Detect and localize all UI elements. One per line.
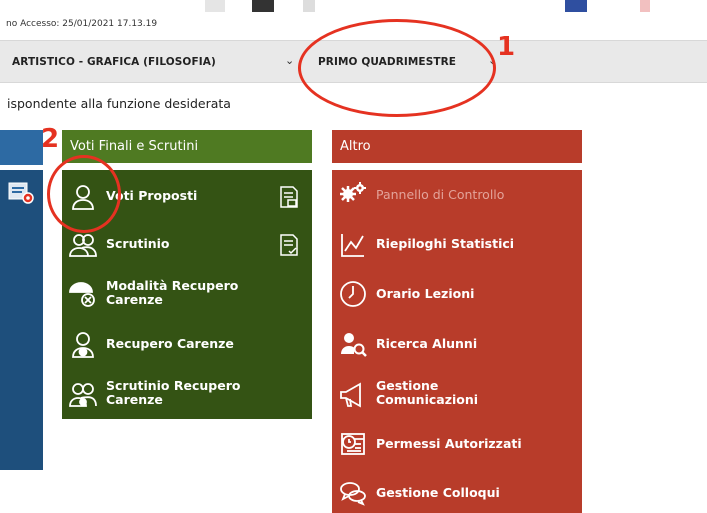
menu-item-label: Riepiloghi Statistici xyxy=(376,236,515,251)
umbrella-user-icon xyxy=(68,280,98,310)
menu-item-permessi-autorizzati[interactable]: Permessi Autorizzati xyxy=(332,427,582,461)
users-lock-icon xyxy=(68,380,98,410)
chevron-down-icon[interactable]: ⌄ xyxy=(285,54,294,67)
menu-item-label: Orario Lezioni xyxy=(376,286,475,301)
report-icon[interactable] xyxy=(8,182,34,204)
menu-item-label: Scrutinio xyxy=(106,236,170,251)
calendar-clock-icon xyxy=(338,429,368,459)
megaphone-icon xyxy=(338,380,368,410)
top-fragment xyxy=(565,0,587,12)
menu-item-label: Gestione Colloqui xyxy=(376,485,500,500)
red-panel-body: Pannello di Controllo Riepiloghi Statist… xyxy=(332,170,582,513)
green-panel-title: Voti Finali e Scrutini xyxy=(70,139,199,154)
menu-item-label: Gestione Comunicazioni xyxy=(376,378,479,407)
gears-icon xyxy=(338,180,368,210)
user-search-icon xyxy=(338,329,368,359)
menu-item-riepiloghi-statistici[interactable]: Riepiloghi Statistici xyxy=(332,228,582,262)
top-fragment xyxy=(205,0,225,12)
top-fragment xyxy=(303,0,315,12)
menu-item-scrutinio[interactable]: Scrutinio xyxy=(62,228,312,262)
top-fragment xyxy=(252,0,274,12)
menu-item-modalita-recupero-carenze[interactable]: Modalità Recupero Carenze xyxy=(62,274,312,314)
menu-item-label: Recupero Carenze xyxy=(106,336,234,351)
blue-panel-header xyxy=(0,130,43,165)
chat-bubbles-icon xyxy=(338,478,368,508)
menu-item-label: Pannello di Controllo xyxy=(376,187,505,202)
menu-item-label: Permessi Autorizzati xyxy=(376,436,522,451)
menu-item-scrutinio-recupero-carenze[interactable]: Scrutinio Recupero Carenze xyxy=(62,374,312,414)
menu-item-label: Scrutinio Recupero Carenze xyxy=(106,378,241,407)
document-check-icon[interactable] xyxy=(278,233,300,257)
users-icon xyxy=(68,230,98,260)
instruction-text: ispondente alla funzione desiderata xyxy=(7,96,231,111)
class-selector[interactable]: ARTISTICO - GRAFICA (FILOSOFIA) xyxy=(12,56,216,68)
annotation-circle xyxy=(298,19,496,117)
annotation-circle xyxy=(47,155,121,233)
menu-item-label: Modalità Recupero Carenze xyxy=(106,278,239,307)
annotation-number: 2 xyxy=(41,124,60,154)
chart-icon xyxy=(338,230,368,260)
menu-item-recupero-carenze[interactable]: Recupero Carenze xyxy=(62,328,312,362)
menu-item-gestione-colloqui[interactable]: Gestione Colloqui xyxy=(332,476,582,510)
menu-item-label: Ricerca Alunni xyxy=(376,336,478,351)
annotation-number: 1 xyxy=(497,32,516,62)
clock-icon xyxy=(338,279,368,309)
last-access-text: no Accesso: 25/01/2021 17.13.19 xyxy=(6,19,158,29)
red-panel-header: Altro xyxy=(332,130,582,163)
menu-item-ricerca-alunni[interactable]: Ricerca Alunni xyxy=(332,327,582,361)
menu-item-orario-lezioni[interactable]: Orario Lezioni xyxy=(332,277,582,311)
red-panel-title: Altro xyxy=(340,139,371,154)
menu-item-gestione-comunicazioni[interactable]: Gestione Comunicazioni xyxy=(332,374,582,414)
blue-panel-body xyxy=(0,170,43,470)
top-fragment xyxy=(640,0,650,12)
menu-item-pannello-di-controllo[interactable]: Pannello di Controllo xyxy=(332,178,582,212)
user-lock-icon xyxy=(68,330,98,360)
document-grid-icon[interactable] xyxy=(278,185,300,209)
